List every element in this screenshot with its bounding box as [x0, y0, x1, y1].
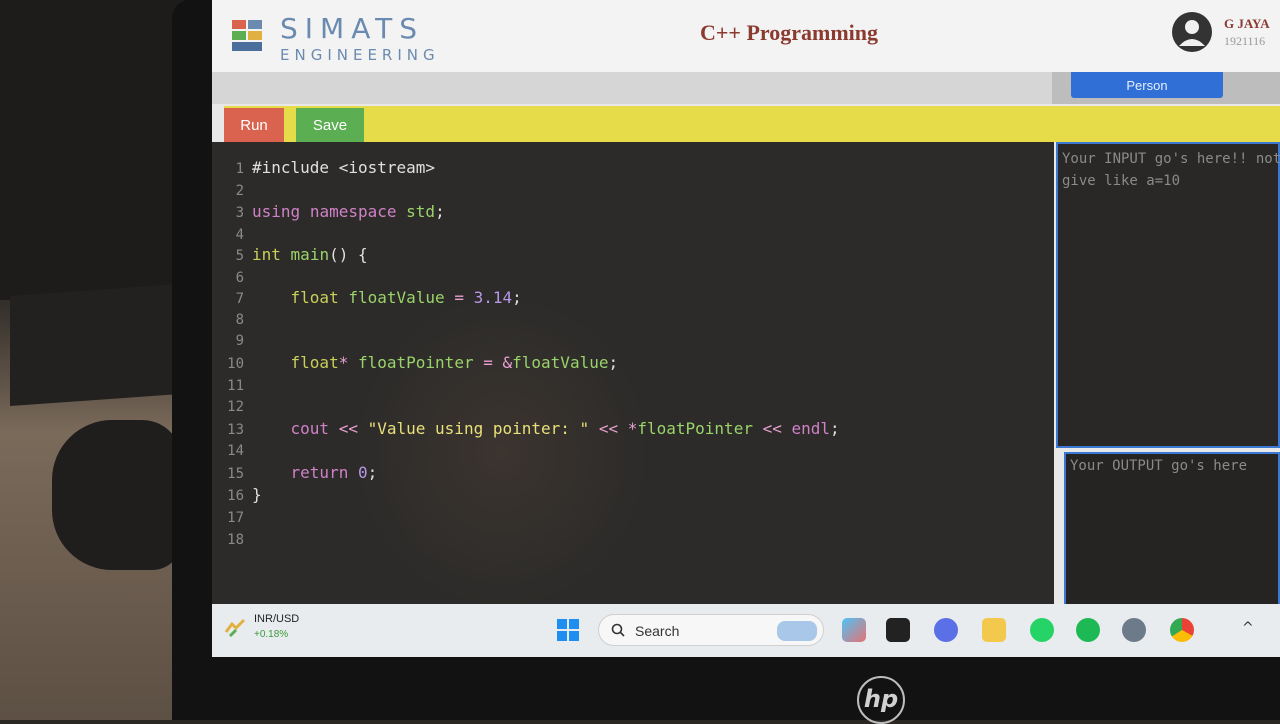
- line-code: float* floatPointer = &floatValue;: [290, 353, 619, 372]
- run-button[interactable]: Run: [224, 108, 284, 142]
- user-id: 1921116: [1224, 34, 1266, 48]
- line-number: 3: [235, 205, 244, 221]
- laptop-screen: SIMATS ENGINEERING C++ Programming G JAY…: [212, 0, 1280, 657]
- line-number: 13: [227, 422, 244, 438]
- code-line: 13 cout << "Value using pointer: " << *f…: [212, 419, 840, 441]
- code-line: 8: [212, 309, 252, 331]
- windows-start-icon[interactable]: [556, 618, 580, 642]
- hp-logo: hp: [857, 676, 905, 724]
- code-line: 15 return 0;: [212, 463, 377, 485]
- meet-icon[interactable]: [934, 618, 958, 642]
- code-line: 6: [212, 267, 252, 289]
- line-number: 17: [227, 510, 244, 526]
- search-label: Search: [635, 623, 680, 639]
- code-line: 11: [212, 375, 252, 397]
- code-line: 16}: [212, 485, 262, 507]
- logo-name: SIMATS: [280, 12, 425, 45]
- code-line: 17: [212, 507, 252, 529]
- code-line: 18: [212, 529, 252, 551]
- line-code: float floatValue = 3.14;: [290, 288, 522, 307]
- computer-mouse: [52, 420, 182, 570]
- line-code: cout << "Value using pointer: " << *floa…: [290, 419, 840, 438]
- line-number: 11: [227, 378, 244, 394]
- line-number: 16: [227, 488, 244, 504]
- line-number: 8: [235, 312, 244, 328]
- app-header: SIMATS ENGINEERING C++ Programming G JAY…: [212, 0, 1280, 72]
- input-placeholder: Your INPUT go's here!! not give like a=1…: [1062, 151, 1280, 189]
- line-number: 5: [235, 248, 244, 264]
- output-placeholder: Your OUTPUT go's here: [1070, 458, 1248, 474]
- task-view-icon[interactable]: [886, 618, 910, 642]
- widgets-icon[interactable]: [842, 618, 866, 642]
- line-number: 7: [235, 291, 244, 307]
- screen-reflection: [352, 292, 652, 604]
- sub-navigation-bar: Person: [212, 72, 1280, 104]
- logo-subtitle: ENGINEERING: [280, 46, 440, 64]
- person-button[interactable]: Person: [1071, 72, 1223, 98]
- windows-taskbar: INR/USD +0.18% Search ^: [212, 604, 1280, 657]
- line-code: #include <iostream>: [252, 158, 436, 177]
- code-line: 7 float floatValue = 3.14;: [212, 288, 522, 310]
- editor-toolbar: Run Save: [224, 106, 1280, 142]
- line-code: using namespace std;: [252, 202, 445, 221]
- line-number: 9: [235, 333, 244, 349]
- line-code: return 0;: [290, 463, 378, 482]
- code-line: 4: [212, 224, 252, 246]
- code-editor[interactable]: 1 #include <iostream> 2 3 using namespace st…: [212, 142, 1054, 604]
- monitor-stand: [10, 284, 180, 406]
- code-line: 9: [212, 330, 252, 352]
- simats-logo-icon: [232, 20, 262, 51]
- line-number: 2: [235, 183, 244, 199]
- user-avatar-icon[interactable]: [1172, 12, 1212, 52]
- tray-chevron-icon[interactable]: ^: [1242, 620, 1254, 636]
- code-line: 5 int main() {: [212, 245, 368, 267]
- code-line: 2: [212, 180, 252, 202]
- line-code: }: [252, 485, 262, 504]
- code-line: 3 using namespace std;: [212, 202, 445, 224]
- finance-widget-icon[interactable]: [224, 616, 246, 638]
- line-number: 14: [227, 443, 244, 459]
- settings-icon[interactable]: [1122, 618, 1146, 642]
- line-code: int main() {: [252, 245, 368, 264]
- spotify-icon[interactable]: [1076, 618, 1100, 642]
- search-icon: [611, 623, 625, 637]
- code-line: 14: [212, 440, 252, 462]
- code-line: 12: [212, 396, 252, 418]
- program-output-panel: Your OUTPUT go's here: [1064, 452, 1280, 608]
- program-input-panel[interactable]: Your INPUT go's here!! not give like a=1…: [1056, 142, 1280, 448]
- taskbar-search-box[interactable]: Search: [598, 614, 824, 646]
- line-number: 18: [227, 532, 244, 548]
- user-name: G JAYA: [1224, 16, 1270, 31]
- chrome-icon[interactable]: [1170, 618, 1194, 642]
- code-line: 1 #include <iostream>: [212, 158, 435, 180]
- line-number: 10: [227, 356, 244, 372]
- search-highlight-image: [777, 621, 817, 641]
- whatsapp-icon[interactable]: [1030, 618, 1054, 642]
- line-number: 1: [235, 161, 244, 177]
- code-line: 10 float* floatPointer = &floatValue;: [212, 353, 618, 375]
- line-number: 15: [227, 466, 244, 482]
- line-number: 4: [235, 227, 244, 243]
- external-monitor: [0, 0, 189, 300]
- page-title: C++ Programming: [700, 20, 879, 45]
- save-button[interactable]: Save: [296, 108, 364, 142]
- ticker-symbol[interactable]: INR/USD: [254, 613, 299, 625]
- line-number: 12: [227, 399, 244, 415]
- ticker-change: +0.18%: [254, 629, 289, 640]
- line-number: 6: [235, 270, 244, 286]
- file-explorer-icon[interactable]: [982, 618, 1006, 642]
